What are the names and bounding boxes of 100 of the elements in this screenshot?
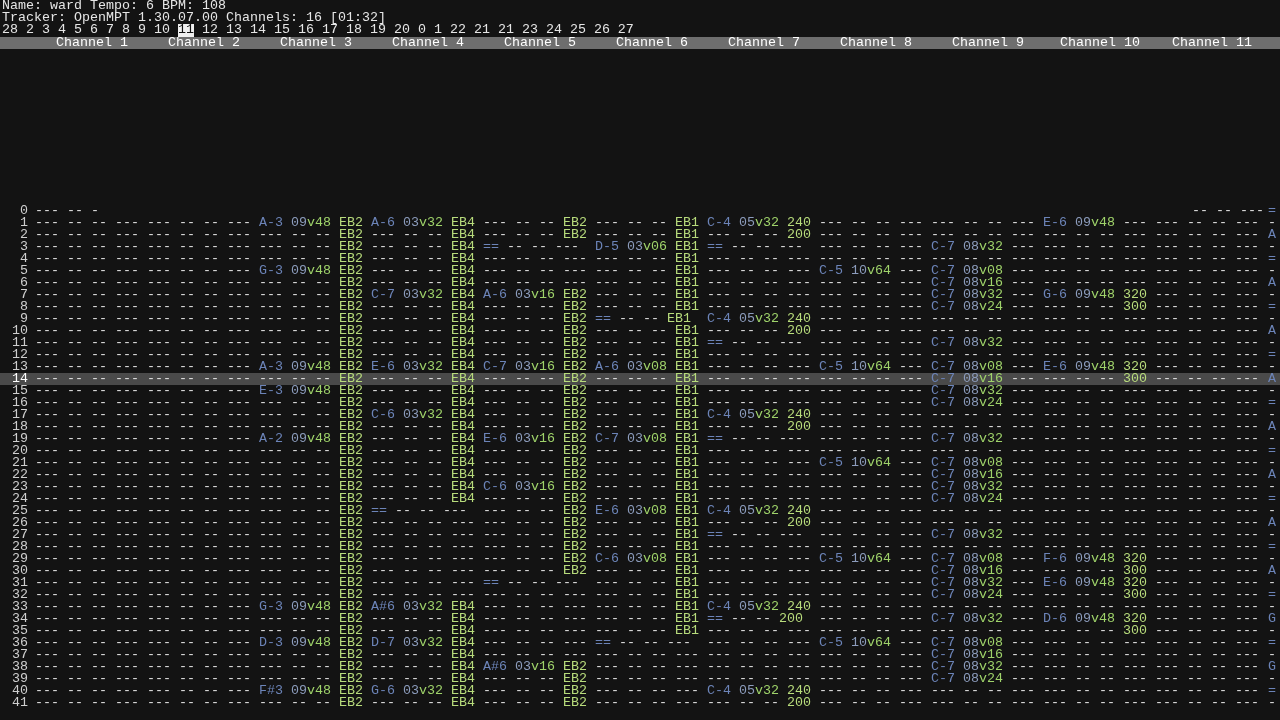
pattern-cell-text: = (1267, 493, 1277, 505)
pattern-cell-text: --- -- -- --- (146, 613, 252, 625)
pattern-cell-text: --- -- -- EB2 (258, 661, 364, 673)
pattern-cell-text: --- -- -- --- (1154, 241, 1260, 253)
row-number: 4 (19, 253, 29, 265)
pattern-cell-text: --- -- -- --- (1042, 253, 1148, 265)
channel-label[interactable]: Channel 6 (596, 37, 708, 49)
pattern-cell-text: --- -- -- --- (1154, 481, 1260, 493)
pattern-cell-text: = (1267, 541, 1277, 553)
channel-label[interactable]: Channel 2 (148, 37, 260, 49)
pattern-cell-text: --- -- -- EB4 (370, 253, 476, 265)
pattern-cell-text: A (1267, 421, 1277, 433)
pattern-cell-text: --- -- -- EB4 (370, 697, 476, 709)
pattern-cell-text: --- -- -- --- (1154, 589, 1260, 601)
pattern-cell-text: C-7 03v08 EB1 (594, 433, 700, 445)
pattern-cell-text: --- -- -- EB2 (482, 517, 588, 529)
pattern-cell-text: --- -- -- --- (146, 421, 252, 433)
channel-label[interactable]: Channel 3 (260, 37, 372, 49)
row-number: 11 (11, 337, 29, 349)
pattern-cell-text: --- -- -- --- (818, 433, 924, 445)
channel-label[interactable]: Channel 4 (372, 37, 484, 49)
pattern-cell-text: --- -- -- --- (1154, 301, 1260, 313)
row-number: 24 (11, 493, 29, 505)
pattern-cell-text: --- -- -- --- (706, 649, 812, 661)
pattern-cell-text: --- -- -- --- (1042, 505, 1148, 517)
pattern-cell-text: --- -- -- --- (818, 289, 924, 301)
channel-label[interactable]: Channel 1 (36, 37, 148, 49)
pattern-cell-text: --- -- -- --- (1042, 673, 1148, 685)
pattern-cell-text: --- -- -- --- (818, 349, 924, 361)
pattern-cell-text: --- -- -- EB4 (370, 277, 476, 289)
pattern-cell-text: --- -- -- --- (146, 577, 252, 589)
pattern-cell-text: --- -- -- EB2 (482, 685, 588, 697)
pattern-cell-text: --- -- -- --- (34, 505, 140, 517)
pattern-cell-text: --- -- -- --- (482, 613, 588, 625)
pattern-cell-text: C-5 10v64 --- (818, 265, 924, 277)
order-list[interactable]: 28 2 3 4 5 6 7 8 9 10 (2, 24, 170, 37)
pattern-cell-text: --- -- -- --- (1154, 505, 1260, 517)
pattern-cell-text: --- -- -- --- (930, 217, 1036, 229)
pattern-cell-text: F-6 09v48 320 (1042, 553, 1148, 565)
pattern-cell-text: --- -- -- --- (34, 373, 140, 385)
order-list[interactable]: 12 13 14 15 16 17 18 19 20 0 1 22 21 21 23 24 25 26 27 (201, 24, 634, 37)
row-number: 21 (11, 457, 29, 469)
pattern-cell-text: A (1267, 325, 1277, 337)
pattern-cell-text: --- -- -- EB2 (258, 493, 364, 505)
pattern-cell-text: --- -- -- EB2 (258, 505, 364, 517)
pattern-cell-text: --- -- -- --- (1042, 313, 1148, 325)
pattern-cell-text: --- -- -- --- (146, 505, 252, 517)
pattern-cell-text: C-7 08v08 --- (930, 553, 1036, 565)
pattern-cell-text: --- -- -- --- (34, 229, 140, 241)
channel-label[interactable]: Channel 8 (820, 37, 932, 49)
channel-label[interactable]: Channel 5 (484, 37, 596, 49)
pattern-cell-text: --- -- -- --- (1154, 469, 1260, 481)
pattern-cell-text: --- -- -- --- (34, 241, 140, 253)
pattern-cell-text: --- -- -- EB2 (258, 625, 364, 637)
pattern-cell-text: --- -- -- EB2 (258, 373, 364, 385)
pattern-cell-text: --- -- -- --- (1042, 433, 1148, 445)
pattern-cell-text: --- -- -- EB4 (370, 325, 476, 337)
pattern-cell-text: --- -- -- --- (1154, 373, 1260, 385)
channel-label[interactable]: Channel 10 (1044, 37, 1156, 49)
pattern-cell-text: A-6 03v16 EB2 (482, 289, 588, 301)
pattern-cell-text: --- -- -- --- (370, 565, 476, 577)
pattern-cell-text: --- -- -- EB2 (482, 349, 588, 361)
pattern-cell-text: - (1267, 217, 1277, 229)
pattern-cell-text: --- -- -- --- (1154, 361, 1260, 373)
pattern-cell-text: --- -- -- --- (594, 649, 700, 661)
pattern-cell-text: --- -- -- EB2 (482, 337, 588, 349)
pattern-cell-text: G-3 09v48 EB2 (258, 265, 364, 277)
pattern-cell-text: == -- -- --- (706, 433, 804, 445)
channel-label[interactable]: Channel 7 (708, 37, 820, 49)
pattern-cell-text: --- -- -- EB4 (370, 313, 476, 325)
current-order[interactable]: 11 (177, 24, 194, 37)
pattern-cell-text: --- -- -- EB2 (482, 529, 588, 541)
channel-label[interactable]: Channel 9 (932, 37, 1044, 49)
pattern-cell-text: A-3 09v48 EB2 (258, 217, 364, 229)
pattern-cell-text: D-6 09v48 320 (1042, 613, 1148, 625)
pattern-cell-text: A#6 03v32 EB4 (370, 601, 476, 613)
pattern-cell-text: --- -- -- --- (34, 673, 140, 685)
pattern-cell-text: - (1267, 673, 1277, 685)
pattern-cell-text: --- -- -- --- (34, 517, 140, 529)
pattern-cell-text: --- -- -- --- (1154, 577, 1260, 589)
pattern-cell-text: --- -- -- --- (146, 433, 252, 445)
pattern-cell-text: --- -- -- --- (1042, 241, 1148, 253)
row-number: 23 (11, 481, 29, 493)
pattern-cell-text: --- -- -- EB2 (482, 493, 588, 505)
pattern-cell-text: == -- -- --- (706, 529, 804, 541)
channel-label[interactable]: Channel 11 (1156, 37, 1268, 49)
pattern-cell-text: --- -- -- --- (146, 517, 252, 529)
pattern-cell-text: --- -- -- 300 (1042, 373, 1148, 385)
pattern-cell-text: --- -- -- EB2 (482, 505, 588, 517)
pattern-cell-text: C-4 05v32 240 (706, 217, 812, 229)
pattern-cell-text: --- -- -- --- (146, 661, 252, 673)
pattern-cell-text: E-6 03v32 EB4 (370, 361, 476, 373)
pattern-cell-text: --- -- -- --- (1042, 409, 1148, 421)
pattern-cell-text: --- -- -- --- (1042, 265, 1148, 277)
pattern-cell-text: --- -- -- --- (1154, 517, 1260, 529)
pattern-cell-text: --- -- - (34, 205, 100, 217)
pattern-cell-text: --- -- -- --- (482, 625, 588, 637)
row-number: 8 (19, 301, 29, 313)
row-number: 27 (11, 529, 29, 541)
pattern-cell-text: --- -- -- --- (818, 409, 924, 421)
